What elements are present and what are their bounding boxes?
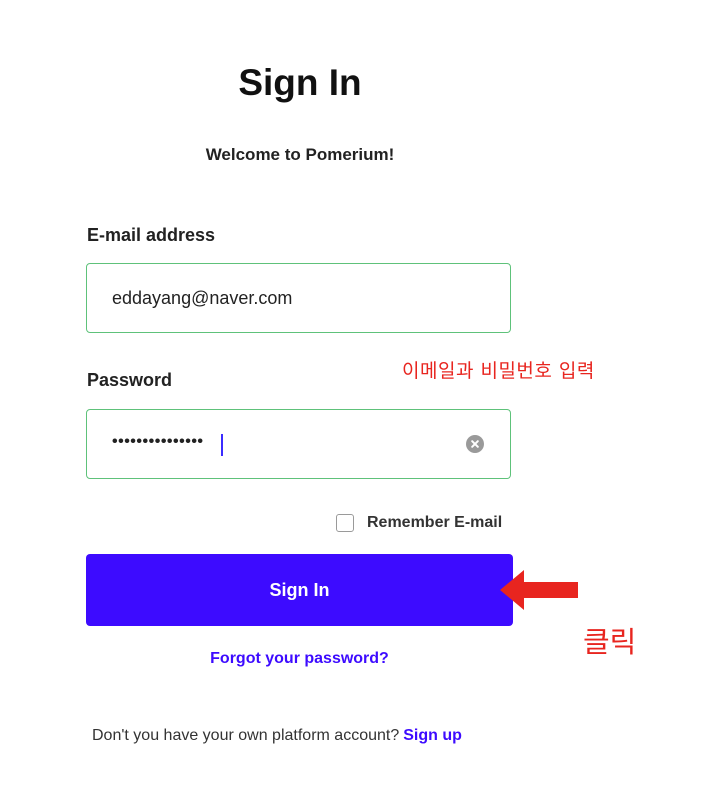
signup-row: Don't you have your own platform account… — [92, 727, 462, 745]
page-title: Sign In — [238, 62, 362, 103]
email-value: eddayang@naver.com — [112, 288, 293, 308]
password-value: ••••••••••••••• — [112, 433, 204, 450]
forgot-password-link[interactable]: Forgot your password? — [86, 650, 513, 668]
page-subtitle: Welcome to Pomerium! — [205, 145, 395, 164]
email-label: E-mail address — [87, 225, 216, 245]
signup-prompt: Don't you have your own platform account… — [92, 727, 400, 744]
remember-email-option[interactable]: Remember E-mail — [336, 512, 502, 534]
sign-up-link[interactable]: Sign up — [403, 727, 462, 744]
password-label: Password — [87, 370, 173, 390]
clear-circle-icon[interactable] — [466, 435, 484, 453]
left-arrow-icon — [500, 570, 578, 610]
annotation-click-note: 클릭 — [583, 625, 637, 659]
sign-in-button[interactable]: Sign In — [86, 554, 513, 626]
email-field[interactable]: eddayang@naver.com — [86, 263, 511, 333]
remember-email-checkbox[interactable] — [336, 514, 354, 532]
text-caret — [221, 434, 223, 456]
remember-email-label: Remember E-mail — [367, 514, 503, 531]
annotation-input-note: 이메일과 비밀번호 입력 — [402, 360, 595, 382]
password-field[interactable]: ••••••••••••••• — [86, 409, 511, 479]
